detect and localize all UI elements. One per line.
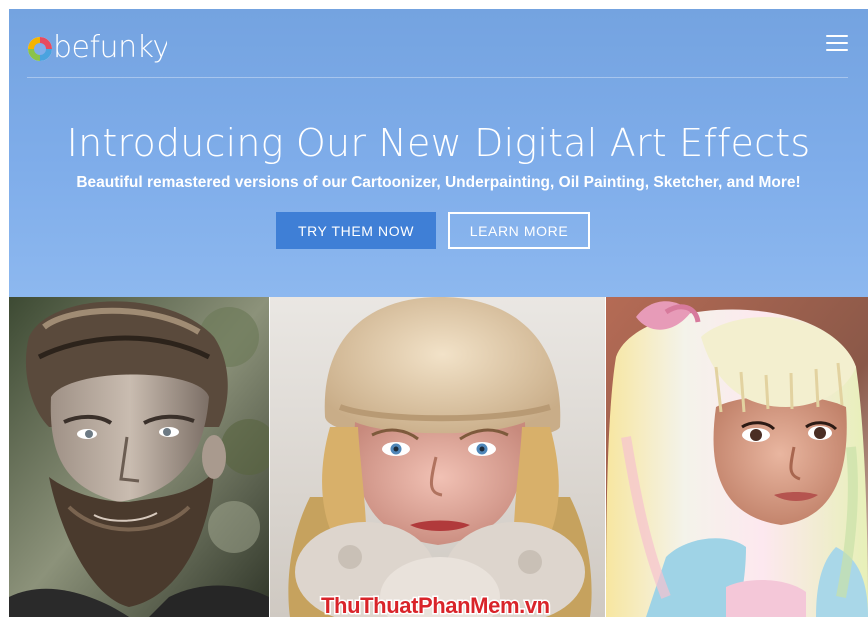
watermark-text: ThuThuatPhanMem.vn [321,593,550,617]
gallery-image-fur-hat-woman[interactable] [270,297,605,617]
top-navigation: befunky [9,9,868,79]
hamburger-menu-icon[interactable] [826,35,848,53]
nav-divider [27,77,848,78]
effects-gallery [9,297,868,617]
logo-text: befunky [53,30,167,65]
befunky-logo[interactable]: befunky [27,19,170,71]
color-wheel-icon [28,37,52,61]
hero-banner: befunky Introducing Our New Digital Art … [9,9,868,297]
page-frame: befunky Introducing Our New Digital Art … [9,9,868,617]
gallery-image-pastel-hair-girl[interactable] [606,297,868,617]
learn-more-button[interactable]: LEARN MORE [448,212,590,249]
hero-subline: Beautiful remastered versions of our Car… [76,174,801,191]
thuthuatphanmem-watermark: ThuThuatPhanMem.vn [319,590,579,617]
gallery-image-bearded-man[interactable] [9,297,269,617]
try-them-now-button[interactable]: TRY THEM NOW [276,212,436,249]
hero-headline: Introducing Our New Digital Art Effects [66,121,811,165]
